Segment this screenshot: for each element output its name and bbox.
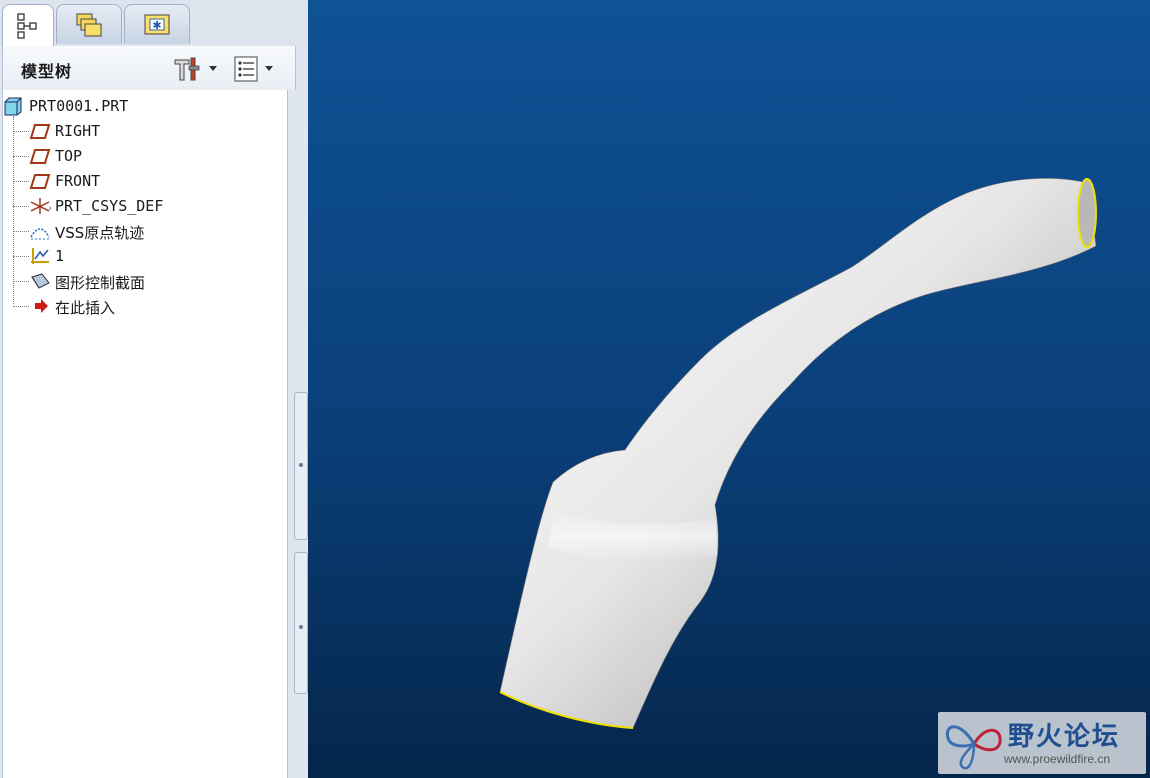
list-icon: [234, 56, 273, 82]
tree-item-label: TOP: [55, 147, 83, 165]
tube-body: [499, 178, 1097, 729]
tree-item-label: 图形控制截面: [55, 274, 146, 292]
folders-icon: [76, 13, 102, 36]
model-tree-header: 模型树: [2, 46, 296, 90]
settings-dropdown-button[interactable]: [169, 54, 221, 82]
lower-sash-handle[interactable]: [294, 552, 308, 694]
insert-here-arrow-icon: [35, 299, 48, 313]
svg-text:✱: ✱: [152, 19, 161, 32]
show-dropdown-button[interactable]: [231, 54, 283, 82]
datum-plane-icon: [29, 174, 51, 189]
model-tree-tab[interactable]: [2, 4, 54, 46]
datum-plane-icon: [29, 149, 51, 164]
datum-plane-icon: [29, 124, 51, 139]
watermark-title: 野火论坛: [1008, 722, 1121, 752]
butterfly-logo-icon: [945, 725, 1002, 770]
navigator-tabs: ✱: [0, 0, 308, 46]
top-opening-edge: [1077, 178, 1097, 248]
graph-icon: [31, 248, 49, 264]
folder-browser-tab[interactable]: [56, 4, 122, 44]
tree-item-label: 1: [55, 247, 65, 265]
tree-item-label: RIGHT: [55, 122, 101, 140]
tools-icon: [174, 57, 217, 81]
forum-watermark: 野火论坛 www.proewildfire.cn: [938, 712, 1146, 774]
tree-item-label: VSS原点轨迹: [55, 224, 145, 242]
tree-item-label: FRONT: [55, 172, 101, 190]
svg-text:x: x: [49, 205, 51, 212]
model-tree: PRT0001.PRT RIGHT TOP FRONT x PRT_CSYS_D…: [2, 90, 288, 778]
watermark-url: www.proewildfire.cn: [1004, 752, 1111, 766]
favorites-tab[interactable]: ✱: [124, 4, 190, 44]
section-icon: [31, 273, 50, 289]
tree-item-label: 在此插入: [55, 299, 116, 317]
navigator-panel: ✱ 模型树 PRT0001.PRT RIGHT TOP FRONT x PRT_…: [0, 0, 308, 778]
swept-part-model: [499, 178, 1097, 729]
tree-item-label: PRT0001.PRT: [29, 97, 129, 115]
part-icon: [4, 97, 22, 116]
upper-sash-handle[interactable]: [294, 392, 308, 540]
csys-icon: x: [30, 198, 51, 214]
graphics-viewport[interactable]: 野火论坛 www.proewildfire.cn: [308, 0, 1150, 778]
tree-connector: [13, 116, 14, 304]
favorites-folder-icon: ✱: [144, 14, 170, 34]
model-tree-icon: [17, 12, 37, 39]
sweep-trajectory-icon: [30, 228, 50, 240]
tree-item-label: PRT_CSYS_DEF: [55, 197, 164, 215]
model-tree-title: 模型树: [21, 62, 73, 81]
